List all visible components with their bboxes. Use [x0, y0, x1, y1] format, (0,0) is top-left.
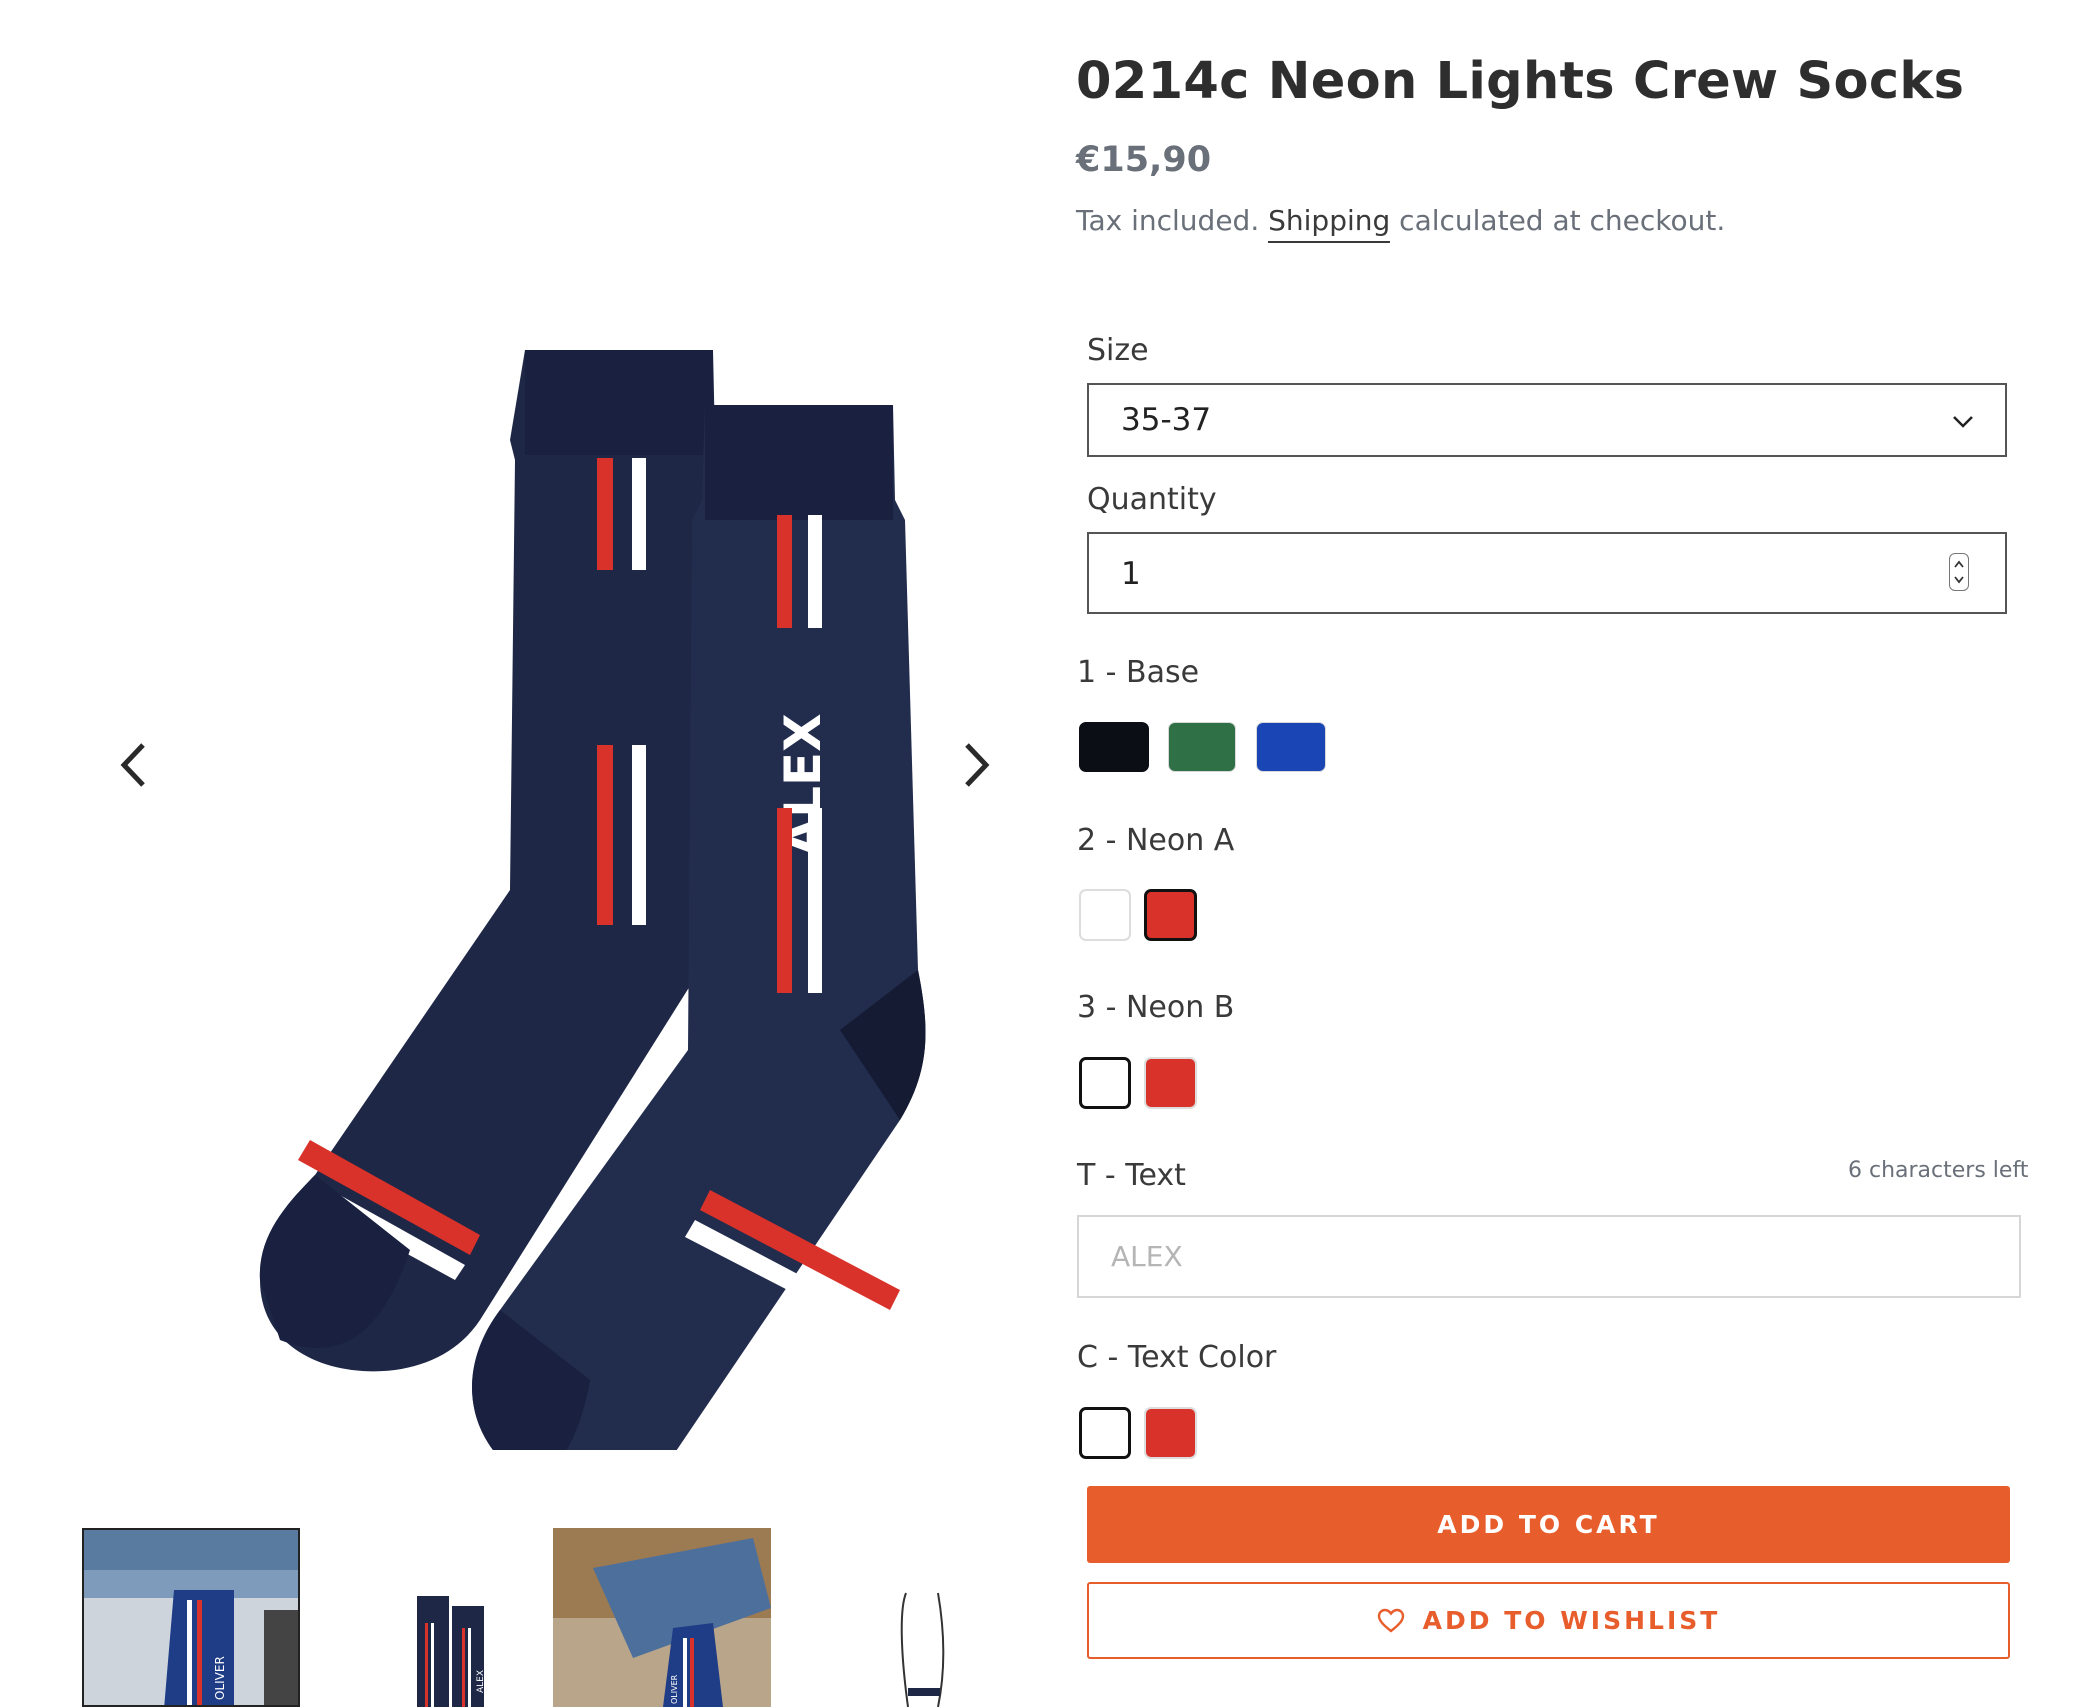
text-label: T - Text — [1077, 1158, 1186, 1193]
product-price: €15,90 — [1076, 140, 1212, 180]
quantity-value: 1 — [1121, 556, 1141, 592]
base-swatch-green[interactable] — [1168, 722, 1236, 772]
character-counter: 6 characters left — [1848, 1158, 2029, 1183]
custom-text-field[interactable] — [1079, 1217, 2019, 1296]
thumbnail-2-text: ALEX — [476, 1670, 486, 1693]
text-color-swatch-red[interactable] — [1144, 1407, 1197, 1459]
quantity-label: Quantity — [1087, 482, 1217, 517]
tax-prefix: Tax included. — [1076, 204, 1269, 237]
quantity-spinner-icon[interactable] — [1949, 553, 1969, 591]
product-gallery: ALEX — [0, 0, 1040, 1500]
base-swatch-black[interactable] — [1079, 722, 1149, 772]
add-to-wishlist-label: ADD TO WISHLIST — [1422, 1606, 1721, 1635]
size-value: 35-37 — [1121, 402, 1212, 438]
thumbnail-3-text: OLIVER — [670, 1674, 679, 1704]
thumbnail-3[interactable]: OLIVER — [553, 1528, 771, 1707]
text-color-swatch-white[interactable] — [1079, 1407, 1131, 1459]
add-to-cart-label: ADD TO CART — [1437, 1510, 1660, 1539]
chevron-left-icon — [120, 743, 145, 787]
neon-a-swatch-red[interactable] — [1144, 889, 1197, 941]
gallery-prev-button[interactable] — [110, 735, 160, 795]
neon-b-label: 3 - Neon B — [1077, 990, 1235, 1025]
add-to-cart-button[interactable]: ADD TO CART — [1087, 1486, 2010, 1563]
size-select[interactable]: 35-37 — [1087, 383, 2007, 457]
size-label: Size — [1087, 333, 1149, 368]
text-color-label: C - Text Color — [1077, 1340, 1277, 1375]
product-title: 0214c Neon Lights Crew Socks — [1076, 52, 1965, 111]
thumbnail-2[interactable]: ALEX — [317, 1528, 535, 1707]
thumbnail-4[interactable] — [788, 1528, 1006, 1707]
base-swatch-blue[interactable] — [1256, 722, 1326, 772]
neon-a-swatch-white[interactable] — [1079, 889, 1131, 941]
add-to-wishlist-button[interactable]: ADD TO WISHLIST — [1087, 1582, 2010, 1659]
tax-suffix: calculated at checkout. — [1390, 204, 1726, 237]
tax-note: Tax included. Shipping calculated at che… — [1076, 204, 1726, 243]
product-main-image[interactable]: ALEX — [240, 330, 980, 1450]
shipping-link[interactable]: Shipping — [1268, 204, 1391, 243]
thumbnail-1-text: OLIVER — [213, 1656, 227, 1700]
custom-text-input[interactable] — [1077, 1215, 2021, 1298]
chevron-down-icon — [1953, 416, 1973, 428]
neon-b-swatch-white[interactable] — [1079, 1057, 1131, 1109]
base-label: 1 - Base — [1077, 655, 1200, 690]
neon-b-swatch-red[interactable] — [1144, 1057, 1197, 1109]
neon-a-label: 2 - Neon A — [1077, 823, 1235, 858]
thumbnail-1[interactable]: OLIVER — [82, 1528, 300, 1707]
heart-icon — [1377, 1608, 1404, 1633]
quantity-stepper[interactable]: 1 — [1087, 532, 2007, 614]
